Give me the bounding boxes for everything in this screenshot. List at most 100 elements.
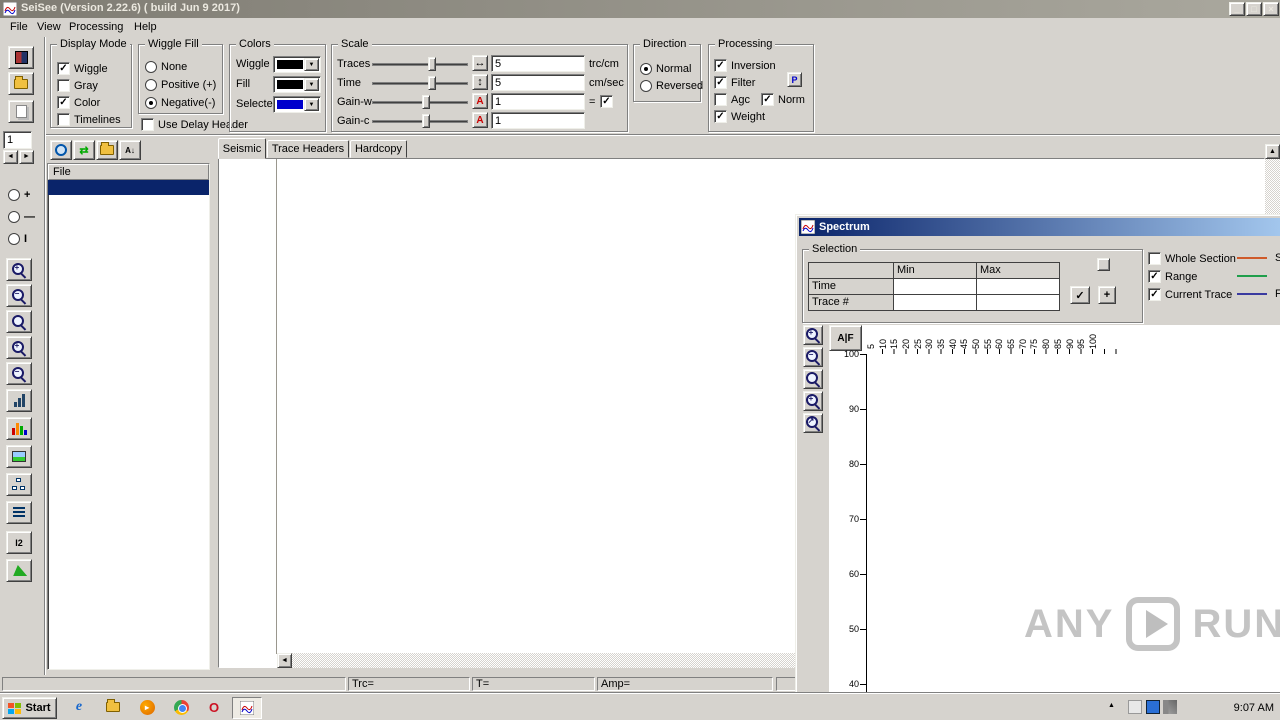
sort-button[interactable]: A↓ xyxy=(119,140,141,160)
zoom-window-button[interactable] xyxy=(6,310,32,333)
open-folder-button[interactable] xyxy=(96,140,118,160)
selected-color-select[interactable]: ▼ xyxy=(273,96,321,113)
reload-button[interactable] xyxy=(50,140,72,160)
zoom-h-button[interactable]: + xyxy=(6,336,32,359)
tab-seismic[interactable]: Seismic xyxy=(218,138,266,159)
gray-checkbox[interactable]: Gray xyxy=(57,79,98,92)
flow-button[interactable] xyxy=(6,473,32,496)
spec-zoom-drag-button[interactable]: ↗ xyxy=(803,413,823,433)
start-button[interactable]: Start xyxy=(2,697,57,719)
slider-thumb[interactable] xyxy=(428,57,436,71)
time-min-cell[interactable] xyxy=(894,279,977,295)
whole-section-checkbox[interactable]: Whole Section xyxy=(1148,252,1236,265)
spectrum-button[interactable] xyxy=(6,389,32,412)
chevron-down-icon[interactable]: ▼ xyxy=(304,78,319,91)
tab-hardcopy[interactable]: Hardcopy xyxy=(350,140,407,158)
direction-reversed-radio[interactable]: Reversed xyxy=(640,79,703,92)
dropdown-button[interactable]: ▼ xyxy=(304,58,319,71)
fill-none-radio[interactable]: None xyxy=(145,60,187,73)
time-input[interactable] xyxy=(491,74,585,91)
chevron-down-icon[interactable]: ▼ xyxy=(304,98,319,111)
spec-zoom-in-button[interactable]: + xyxy=(803,325,823,345)
traces-fit-button[interactable]: ↔ xyxy=(472,55,488,71)
add-selection-button[interactable]: + xyxy=(1098,286,1116,304)
trace-min-cell[interactable] xyxy=(894,295,977,311)
filter-params-button[interactable]: P xyxy=(787,72,802,87)
display-params-button[interactable] xyxy=(8,46,34,69)
tab-trace-headers[interactable]: Trace Headers xyxy=(267,140,349,158)
volume-icon[interactable] xyxy=(1163,700,1177,714)
close-button[interactable]: × xyxy=(1263,2,1279,16)
gain-w-input[interactable] xyxy=(491,93,585,110)
file-list[interactable]: File xyxy=(47,163,210,670)
tray-chevron-icon[interactable]: ▲ xyxy=(1108,702,1115,709)
zoom-out-button[interactable]: − xyxy=(6,284,32,307)
refresh-button[interactable]: ⇄ xyxy=(73,140,95,160)
gain-c-auto-button[interactable]: A xyxy=(472,112,488,128)
slider-thumb[interactable] xyxy=(422,95,430,109)
traces-input[interactable] xyxy=(491,55,585,72)
scroll-up-button[interactable]: ▲ xyxy=(1265,144,1280,159)
spectrum-title-bar[interactable]: Spectrum xyxy=(799,218,1280,236)
zoom-in-button[interactable]: + xyxy=(6,258,32,281)
spec-zoom-window-button[interactable] xyxy=(803,369,823,389)
time-fit-button[interactable]: ↕ xyxy=(472,74,488,90)
range-checkbox[interactable]: ✓ Range xyxy=(1148,270,1197,283)
wiggle-checkbox[interactable]: ✓ Wiggle xyxy=(57,62,108,75)
interval-button[interactable]: I2 xyxy=(6,531,32,554)
fill-negative-radio[interactable]: Negative(-) xyxy=(145,96,215,109)
menu-file[interactable]: File xyxy=(4,19,34,36)
gain-c-slider[interactable] xyxy=(372,114,468,128)
open-file-button[interactable] xyxy=(8,72,34,95)
chrome-shortcut[interactable] xyxy=(172,698,190,716)
direction-normal-radio[interactable]: Normal xyxy=(640,62,691,75)
fill-positive-radio[interactable]: Positive (+) xyxy=(145,78,216,91)
slider-thumb[interactable] xyxy=(422,114,430,128)
file-list-header[interactable]: File xyxy=(48,164,209,180)
timelines-checkbox[interactable]: Timelines xyxy=(57,113,121,126)
seisee-task-button[interactable] xyxy=(232,697,262,719)
file-list-selected-row[interactable] xyxy=(48,180,209,195)
tray-icon-2[interactable] xyxy=(1146,700,1160,714)
gain-w-auto-button[interactable]: A xyxy=(472,93,488,109)
filter-checkbox[interactable]: ✓ Filter xyxy=(714,76,755,89)
spec-zoom-out-button[interactable]: − xyxy=(803,347,823,367)
menu-processing[interactable]: Processing xyxy=(63,19,129,36)
header-list-button[interactable] xyxy=(6,501,32,524)
agc-checkbox[interactable]: Agc xyxy=(714,93,750,106)
menu-help[interactable]: Help xyxy=(128,19,163,36)
pick-mode-cross-radio[interactable]: + xyxy=(8,188,30,201)
pick-mode-ibeam-radio[interactable]: I xyxy=(8,232,27,245)
pick-mode-line-radio[interactable]: — xyxy=(8,210,35,223)
tray-icon-1[interactable] xyxy=(1128,700,1142,714)
hardcopy-button[interactable] xyxy=(6,445,32,468)
opera-shortcut[interactable]: O xyxy=(205,698,223,716)
inversion-checkbox[interactable]: ✓ Inversion xyxy=(714,59,776,72)
prev-trace-button[interactable]: ◄ xyxy=(3,150,18,164)
slider-thumb[interactable] xyxy=(428,76,436,90)
wiggle-color-select[interactable]: ▼ xyxy=(273,56,321,73)
amplitude-frequency-toggle[interactable]: A|F xyxy=(829,325,862,351)
fill-color-select[interactable]: ▼ xyxy=(273,76,321,93)
velocity-button[interactable] xyxy=(6,559,32,582)
gain-c-input[interactable] xyxy=(491,112,585,129)
ie-shortcut[interactable]: e xyxy=(70,698,88,716)
color-checkbox[interactable]: ✓ Color xyxy=(57,96,100,109)
traces-slider[interactable] xyxy=(372,57,468,71)
time-slider[interactable] xyxy=(372,76,468,90)
apply-selection-button[interactable]: ✓ xyxy=(1070,286,1090,304)
histogram-button[interactable] xyxy=(6,417,32,440)
spec-zoom-plus-button[interactable]: + xyxy=(803,391,823,411)
trace-max-cell[interactable] xyxy=(977,295,1060,311)
next-trace-button[interactable]: ► xyxy=(19,150,34,164)
equal-gains-checkbox[interactable]: ✓ xyxy=(600,95,613,108)
media-player-shortcut[interactable]: ▸ xyxy=(138,698,156,716)
zoom-v-button[interactable]: − xyxy=(6,362,32,385)
weight-checkbox[interactable]: ✓ Weight xyxy=(714,110,765,123)
clock[interactable]: 9:07 AM xyxy=(1212,694,1274,720)
current-trace-input[interactable] xyxy=(3,131,32,149)
selection-grid-button[interactable] xyxy=(1097,258,1110,271)
copy-button[interactable] xyxy=(8,100,34,123)
spectrum-window[interactable]: Spectrum Selection Min Max Time Trace # … xyxy=(795,214,1280,720)
scroll-left-button[interactable]: ◄ xyxy=(277,653,292,668)
